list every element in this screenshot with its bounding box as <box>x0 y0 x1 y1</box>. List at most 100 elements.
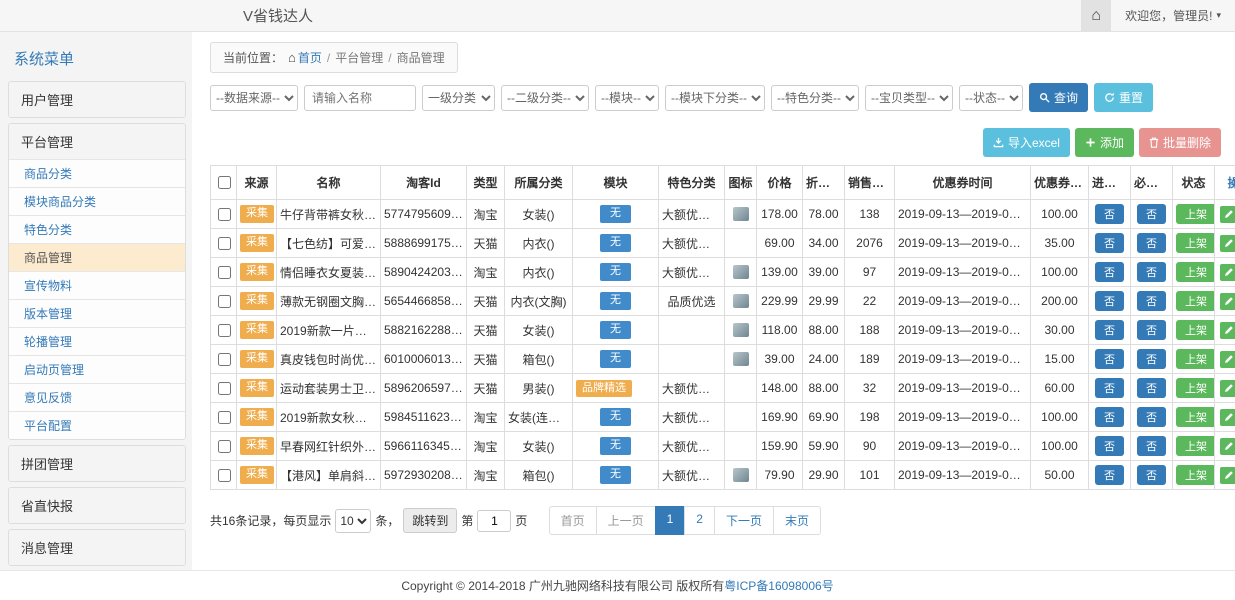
sidebar-item-1[interactable]: 平台管理 <box>9 124 185 159</box>
must-buy-toggle[interactable]: 否 <box>1137 233 1166 253</box>
edit-button[interactable] <box>1220 293 1235 310</box>
status-button[interactable]: 上架 <box>1176 291 1215 311</box>
row-checkbox[interactable] <box>218 469 231 482</box>
cell-import_select: 否 <box>1089 258 1131 287</box>
sidebar-subitem-1-3[interactable]: 商品管理 <box>9 243 185 271</box>
row-checkbox[interactable] <box>218 411 231 424</box>
page-button-0[interactable]: 首页 <box>549 506 597 535</box>
sidebar-item-0[interactable]: 用户管理 <box>9 82 185 117</box>
status-button[interactable]: 上架 <box>1176 436 1215 456</box>
edit-button[interactable] <box>1220 264 1235 281</box>
sidebar-subitem-1-7[interactable]: 启动页管理 <box>9 355 185 383</box>
status-button[interactable]: 上架 <box>1176 262 1215 282</box>
edit-button[interactable] <box>1220 322 1235 339</box>
edit-button[interactable] <box>1220 467 1235 484</box>
per-page-select[interactable]: 10 <box>335 509 371 533</box>
sidebar-subitem-1-1[interactable]: 模块商品分类 <box>9 187 185 215</box>
cell-icon <box>725 374 757 403</box>
reset-button[interactable]: 重置 <box>1094 83 1153 112</box>
name-search-input[interactable] <box>304 85 416 111</box>
page-button-2[interactable]: 1 <box>655 506 686 535</box>
module-filter[interactable]: --模块-- <box>595 85 659 111</box>
status-filter[interactable]: --状态-- <box>959 85 1023 111</box>
row-checkbox[interactable] <box>218 266 231 279</box>
status-button[interactable]: 上架 <box>1176 349 1215 369</box>
must-buy-toggle[interactable]: 否 <box>1137 436 1166 456</box>
page-button-3[interactable]: 2 <box>684 506 715 535</box>
jump-button[interactable]: 跳转到 <box>403 508 457 533</box>
import-select-toggle[interactable]: 否 <box>1095 436 1124 456</box>
page-button-4[interactable]: 下一页 <box>714 506 774 535</box>
module-sub-category-filter[interactable]: --模块下分类-- <box>665 85 765 111</box>
module-badge: 无 <box>600 321 631 338</box>
import-excel-button[interactable]: 导入excel <box>983 128 1070 157</box>
import-select-toggle[interactable]: 否 <box>1095 407 1124 427</box>
sidebar-subitem-1-9[interactable]: 平台配置 <box>9 411 185 439</box>
import-select-toggle[interactable]: 否 <box>1095 291 1124 311</box>
edit-button[interactable] <box>1220 351 1235 368</box>
edit-button[interactable] <box>1220 380 1235 397</box>
import-select-toggle[interactable]: 否 <box>1095 465 1124 485</box>
row-checkbox[interactable] <box>218 208 231 221</box>
import-select-toggle[interactable]: 否 <box>1095 204 1124 224</box>
search-button[interactable]: 查询 <box>1029 83 1088 112</box>
jump-page-input[interactable] <box>477 510 511 532</box>
import-select-toggle[interactable]: 否 <box>1095 262 1124 282</box>
level1-category-filter[interactable]: 一级分类 <box>422 85 495 111</box>
home-button[interactable]: ⌂ <box>1081 0 1111 32</box>
status-button[interactable]: 上架 <box>1176 233 1215 253</box>
select-all-checkbox[interactable] <box>218 176 231 189</box>
status-button[interactable]: 上架 <box>1176 320 1215 340</box>
status-button[interactable]: 上架 <box>1176 407 1215 427</box>
status-button[interactable]: 上架 <box>1176 378 1215 398</box>
page-button-5[interactable]: 末页 <box>773 506 821 535</box>
must-buy-toggle[interactable]: 否 <box>1137 204 1166 224</box>
data-source-filter[interactable]: --数据来源-- <box>210 85 298 111</box>
sidebar-item-4[interactable]: 消息管理 <box>9 530 185 565</box>
edit-button[interactable] <box>1220 206 1235 223</box>
import-select-toggle[interactable]: 否 <box>1095 378 1124 398</box>
row-checkbox[interactable] <box>218 295 231 308</box>
row-checkbox[interactable] <box>218 353 231 366</box>
import-select-toggle[interactable]: 否 <box>1095 233 1124 253</box>
edit-button[interactable] <box>1220 438 1235 455</box>
must-buy-toggle[interactable]: 否 <box>1137 378 1166 398</box>
breadcrumb-home[interactable]: ⌂ 首页 <box>288 49 322 66</box>
row-checkbox[interactable] <box>218 237 231 250</box>
batch-delete-button[interactable]: 批量删除 <box>1139 128 1221 157</box>
edit-button[interactable] <box>1220 409 1235 426</box>
column-header-icon: 图标 <box>725 166 757 200</box>
must-buy-toggle[interactable]: 否 <box>1137 320 1166 340</box>
sidebar-subitem-1-8[interactable]: 意见反馈 <box>9 383 185 411</box>
add-button[interactable]: 添加 <box>1075 128 1134 157</box>
sidebar-item-3[interactable]: 省直快报 <box>9 488 185 523</box>
module-badge: 无 <box>600 263 631 280</box>
must-buy-toggle[interactable]: 否 <box>1137 291 1166 311</box>
must-buy-toggle[interactable]: 否 <box>1137 262 1166 282</box>
must-buy-toggle[interactable]: 否 <box>1137 465 1166 485</box>
sidebar-subitem-1-5[interactable]: 版本管理 <box>9 299 185 327</box>
edit-button[interactable] <box>1220 235 1235 252</box>
sidebar-subitem-1-0[interactable]: 商品分类 <box>9 159 185 187</box>
row-checkbox[interactable] <box>218 324 231 337</box>
icp-link[interactable]: 粤ICP备16098006号 <box>724 577 833 594</box>
status-button[interactable]: 上架 <box>1176 465 1215 485</box>
sidebar-item-2[interactable]: 拼团管理 <box>9 446 185 481</box>
level2-category-filter[interactable]: --二级分类-- <box>501 85 589 111</box>
cell-actions <box>1215 287 1235 316</box>
import-select-toggle[interactable]: 否 <box>1095 320 1124 340</box>
item-type-filter[interactable]: --宝贝类型-- <box>865 85 953 111</box>
user-dropdown[interactable]: 欢迎您，管理员! ▾ <box>1111 7 1235 24</box>
must-buy-toggle[interactable]: 否 <box>1137 349 1166 369</box>
sidebar-subitem-1-6[interactable]: 轮播管理 <box>9 327 185 355</box>
sidebar-subitem-1-2[interactable]: 特色分类 <box>9 215 185 243</box>
page-button-1[interactable]: 上一页 <box>596 506 656 535</box>
row-checkbox[interactable] <box>218 440 231 453</box>
must-buy-toggle[interactable]: 否 <box>1137 407 1166 427</box>
status-button[interactable]: 上架 <box>1176 204 1215 224</box>
row-checkbox[interactable] <box>218 382 231 395</box>
breadcrumb-item-platform[interactable]: 平台管理 <box>335 49 383 66</box>
import-select-toggle[interactable]: 否 <box>1095 349 1124 369</box>
sidebar-subitem-1-4[interactable]: 宣传物料 <box>9 271 185 299</box>
feature-category-filter[interactable]: --特色分类-- <box>771 85 859 111</box>
